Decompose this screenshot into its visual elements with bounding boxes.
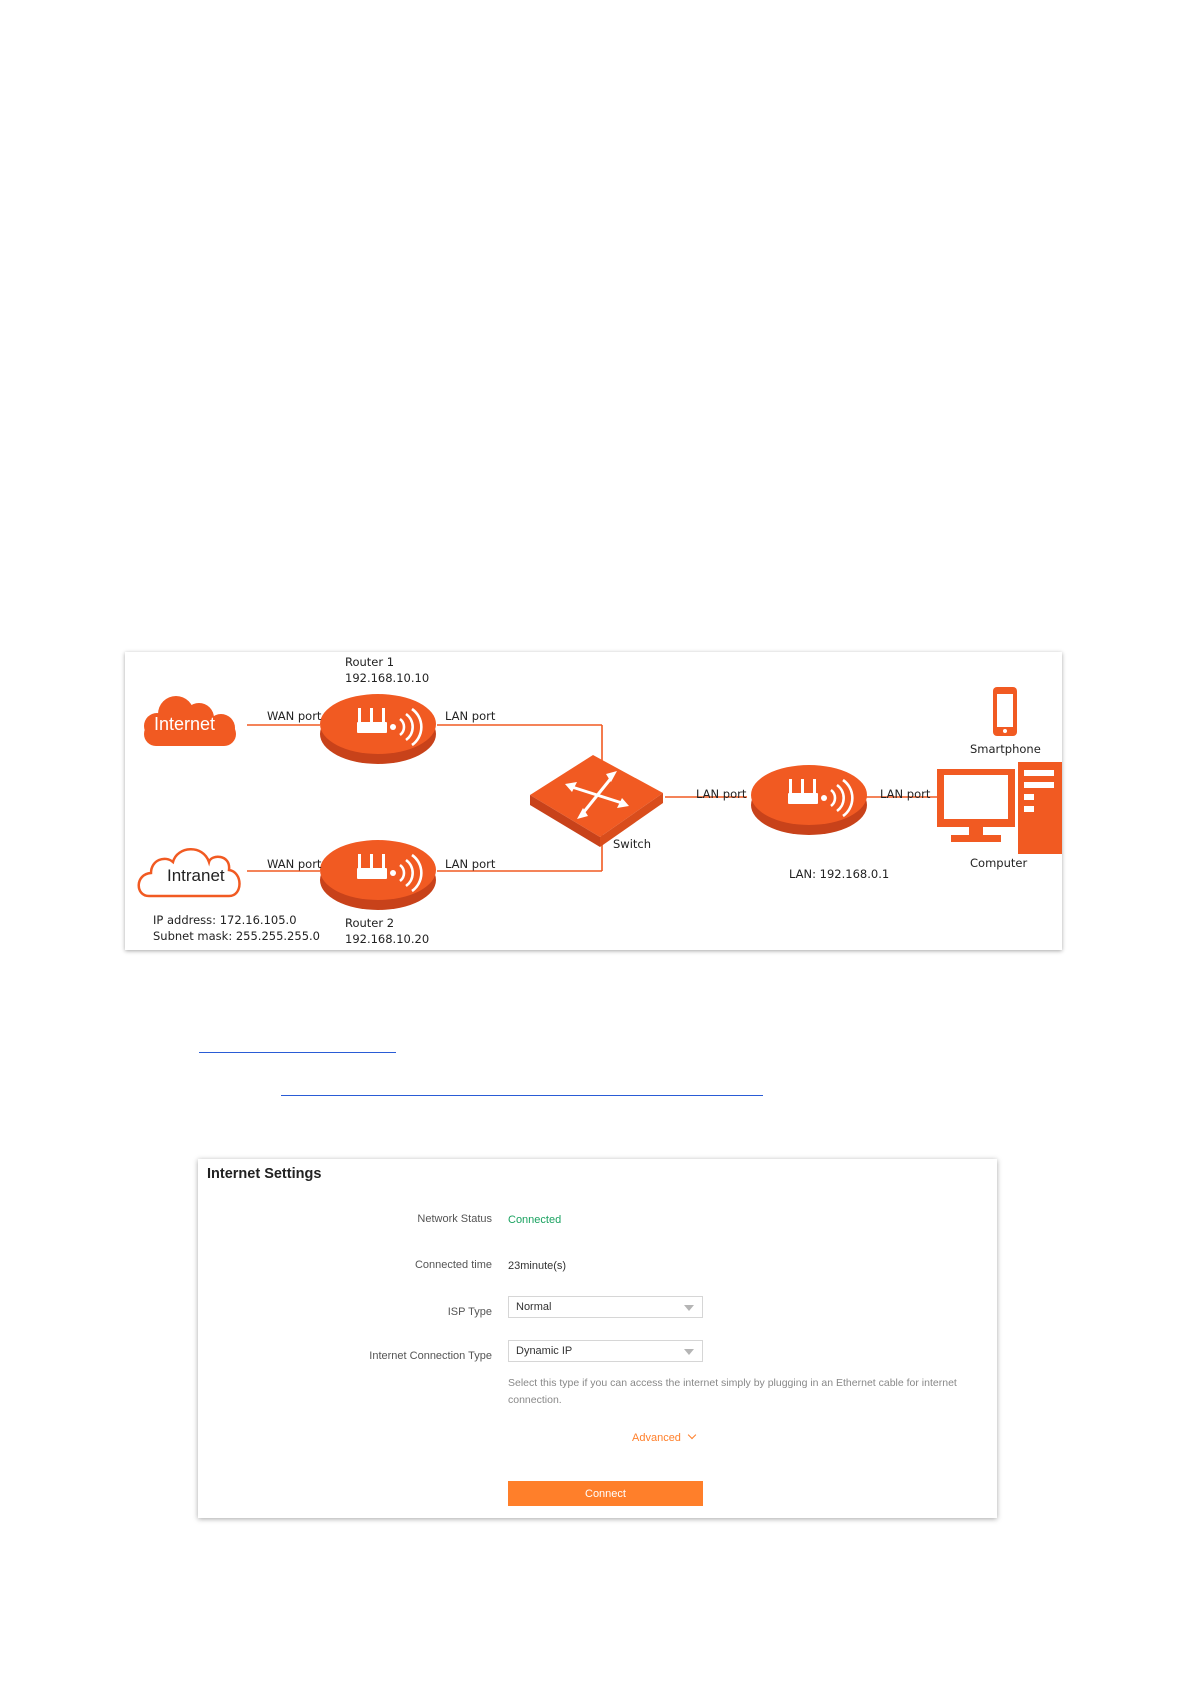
lan-port-label-1: LAN port: [445, 709, 496, 723]
router-2-ip: 192.168.10.20: [345, 932, 430, 946]
smartphone-label: Smartphone: [970, 742, 1041, 756]
panel-title: Internet Settings: [207, 1166, 322, 1182]
router-1-icon: [320, 694, 436, 764]
lan-address-label: LAN: 192.168.0.1: [789, 867, 890, 881]
advanced-toggle[interactable]: Advanced: [632, 1430, 697, 1444]
router-1-ip: 192.168.10.10: [345, 671, 430, 685]
isp-type-value: Normal: [516, 1301, 552, 1313]
lan-port-label-4: LAN port: [880, 787, 931, 801]
router-2-name: Router 2: [345, 916, 395, 930]
lan-port-label-2: LAN port: [445, 857, 496, 871]
internet-settings-panel: Internet Settings Network Status Connect…: [198, 1159, 997, 1518]
network-topology-diagram: Internet Intranet Router 1 192.168.10.10…: [125, 652, 1062, 950]
connect-button[interactable]: Connect: [508, 1481, 703, 1506]
wan-port-label-1: WAN port: [267, 709, 322, 723]
switch-icon: [530, 755, 663, 847]
dropdown-caret-icon: [684, 1305, 694, 1311]
smartphone-icon: [993, 687, 1017, 736]
intranet-ip-label: IP address: 172.16.105.0: [153, 913, 297, 927]
router-2-icon: [320, 840, 436, 910]
network-status-label: Network Status: [417, 1213, 492, 1225]
lan-port-label-3: LAN port: [696, 787, 747, 801]
internet-label: Internet: [154, 714, 216, 734]
connection-type-hint: Select this type if you can access the i…: [508, 1377, 957, 1406]
isp-type-select[interactable]: Normal: [508, 1296, 703, 1318]
computer-label: Computer: [970, 856, 1028, 870]
connection-type-value: Dynamic IP: [516, 1345, 573, 1357]
chevron-down-icon: [687, 1430, 697, 1440]
connection-type-label: Internet Connection Type: [369, 1350, 492, 1362]
connected-time-value: 23minute(s): [508, 1260, 567, 1272]
intranet-label: Intranet: [167, 866, 225, 885]
connected-time-label: Connected time: [414, 1259, 492, 1271]
link-underline-1[interactable]: [199, 1052, 396, 1053]
isp-type-label: ISP Type: [447, 1306, 492, 1318]
network-status-value: Connected: [508, 1214, 562, 1226]
intranet-mask-label: Subnet mask: 255.255.255.0: [153, 929, 320, 943]
link-underline-2[interactable]: [281, 1095, 763, 1096]
computer-icon: [937, 762, 1062, 854]
switch-label: Switch: [613, 837, 652, 851]
connection-type-select[interactable]: Dynamic IP: [508, 1340, 703, 1362]
dropdown-caret-icon: [684, 1349, 694, 1355]
advanced-label: Advanced: [632, 1432, 681, 1444]
router-3-icon: [751, 765, 867, 835]
router-1-name: Router 1: [345, 655, 395, 669]
wan-port-label-2: WAN port: [267, 857, 322, 871]
